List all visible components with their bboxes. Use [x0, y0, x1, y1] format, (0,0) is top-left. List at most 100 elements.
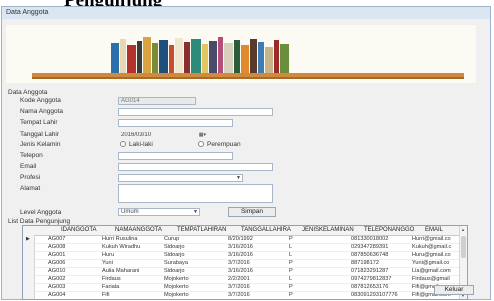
- row-pointer-icon: ▶: [26, 236, 30, 242]
- table-cell[interactable]: 3/7/2016: [228, 260, 287, 266]
- col-header[interactable]: TELEPONANGGO: [364, 227, 414, 233]
- chevron-down-icon: ▼: [236, 175, 241, 181]
- row-selector[interactable]: [23, 291, 35, 299]
- save-button[interactable]: Simpan: [228, 207, 276, 217]
- table-cell[interactable]: Huru: [102, 252, 162, 258]
- table-cell[interactable]: P: [289, 236, 349, 242]
- table-cell[interactable]: Lia@gmail.com: [412, 268, 464, 274]
- row-selector[interactable]: [23, 267, 35, 275]
- table-cell[interactable]: AG007: [48, 236, 100, 242]
- form-section-title: Data Anggota: [8, 89, 48, 96]
- table-cell[interactable]: Kukuh Wiradhu: [102, 244, 162, 250]
- table-row[interactable]: AG004 Fifi Mojokerto 3/7/2016 P 0830912931077…: [23, 291, 467, 299]
- table-cell[interactable]: 083091293107776: [351, 292, 410, 298]
- kode-input[interactable]: AG014: [118, 97, 196, 105]
- table-cell[interactable]: 3/16/2016: [228, 268, 287, 274]
- table-cell[interactable]: L: [289, 244, 349, 250]
- table-cell[interactable]: AG001: [48, 252, 100, 258]
- scrollbar-thumb[interactable]: [461, 236, 466, 258]
- tanggal-lahir-value: 2016/03/10: [121, 132, 152, 138]
- table-cell[interactable]: P: [289, 292, 349, 298]
- email-input[interactable]: [118, 163, 273, 171]
- table-cell[interactable]: AG008: [48, 244, 100, 250]
- col-header[interactable]: IDANGGOTA: [61, 227, 97, 233]
- col-header[interactable]: TANGGALLAHIRA: [241, 227, 291, 233]
- table-cell[interactable]: 087812653176: [351, 284, 410, 290]
- tanggal-lahir-picker[interactable]: 2016/03/10 ▦▾: [118, 131, 208, 139]
- telepon-input[interactable]: [118, 152, 233, 160]
- table-cell[interactable]: 8/20/1992: [228, 236, 287, 242]
- banner-image: [6, 25, 476, 83]
- table-cell[interactable]: 081330018002: [351, 236, 410, 242]
- table-cell[interactable]: 029347289391: [351, 244, 410, 250]
- radio-laki-laki[interactable]: [120, 141, 126, 147]
- bookshelf-illustration: [6, 25, 476, 83]
- table-cell[interactable]: Yuni: [102, 260, 162, 266]
- table-cell[interactable]: Aulia Maharani: [102, 268, 162, 274]
- table-cell[interactable]: Curup: [164, 236, 226, 242]
- table-cell[interactable]: Hurri Rusulina: [102, 236, 162, 242]
- row-selector[interactable]: [23, 243, 35, 251]
- tanggal-lahir-label: Tanggal Lahir: [20, 131, 60, 138]
- table-cell[interactable]: Sidoarjo: [164, 244, 226, 250]
- col-header[interactable]: TEMPATLAHIRAN: [177, 227, 226, 233]
- col-header[interactable]: JENISKELAMINAN: [302, 227, 354, 233]
- table-cell[interactable]: 0974279812837: [351, 276, 410, 282]
- row-selector[interactable]: [23, 251, 35, 259]
- nama-input[interactable]: [118, 108, 273, 116]
- table-cell[interactable]: P: [289, 284, 349, 290]
- window-title: Data Anggota: [6, 9, 49, 16]
- jenis-kelamin-label: Jenis Kelamin: [20, 141, 61, 148]
- col-header[interactable]: NAMAANGGOTA: [115, 227, 162, 233]
- table-cell[interactable]: AG004: [48, 292, 100, 298]
- kode-label: Kode Anggota: [20, 97, 61, 104]
- table-cell[interactable]: L: [289, 276, 349, 282]
- table-cell[interactable]: 087850636748: [351, 252, 410, 258]
- table-cell[interactable]: 3/16/2016: [228, 244, 287, 250]
- table-cell[interactable]: L: [289, 252, 349, 258]
- table-cell[interactable]: Yuni@gmail.co: [412, 260, 464, 266]
- table-cell[interactable]: Fifi: [102, 292, 162, 298]
- row-selector[interactable]: ▶: [23, 235, 35, 243]
- table-cell[interactable]: P: [289, 260, 349, 266]
- table-cell[interactable]: Sidoarjo: [164, 268, 226, 274]
- chevron-down-icon: ▼: [193, 209, 198, 215]
- table-cell[interactable]: Firdaus: [102, 276, 162, 282]
- level-value: Umum: [121, 209, 139, 215]
- scroll-up-icon[interactable]: ▲: [461, 227, 465, 232]
- row-selector[interactable]: [23, 275, 35, 283]
- table-cell[interactable]: 3/7/2016: [228, 292, 287, 298]
- row-selector[interactable]: [23, 283, 35, 291]
- exit-button[interactable]: Keluar: [434, 285, 474, 295]
- table-cell[interactable]: Mojokerto: [164, 284, 226, 290]
- row-selector[interactable]: [23, 259, 35, 267]
- table-cell[interactable]: P: [289, 268, 349, 274]
- col-header[interactable]: EMAIL: [425, 227, 443, 233]
- table-cell[interactable]: 2/2/2001: [228, 276, 287, 282]
- table-cell[interactable]: Sidoarjo: [164, 252, 226, 258]
- level-select[interactable]: Umum ▼: [118, 208, 200, 216]
- alamat-textarea[interactable]: [118, 184, 273, 203]
- table-cell[interactable]: Mojokerto: [164, 292, 226, 298]
- table-cell[interactable]: Fariata: [102, 284, 162, 290]
- profesi-select[interactable]: ▼: [118, 174, 243, 182]
- table-cell[interactable]: 887198172: [351, 260, 410, 266]
- calendar-dropdown-icon[interactable]: ▦▾: [199, 132, 206, 138]
- table-cell[interactable]: Hurri@gmail.co: [412, 236, 464, 242]
- table-cell[interactable]: Firdaus@gmail: [412, 276, 464, 282]
- table-cell[interactable]: Surabaya: [164, 260, 226, 266]
- table-cell[interactable]: 071823291287: [351, 268, 410, 274]
- radio-perempuan[interactable]: [198, 141, 204, 147]
- table-cell[interactable]: Kukuh@gmail.c: [412, 244, 464, 250]
- tempat-lahir-input[interactable]: [118, 119, 233, 127]
- data-grid[interactable]: IDANGGOTA NAMAANGGOTA TEMPATLAHIRAN TANG…: [22, 225, 468, 300]
- table-cell[interactable]: AG010: [48, 268, 100, 274]
- table-cell[interactable]: Huru@gmail.co: [412, 252, 464, 258]
- table-cell[interactable]: 3/16/2016: [228, 252, 287, 258]
- table-cell[interactable]: AG002: [48, 276, 100, 282]
- client-area: Data Anggota Kode Anggota AG014 Nama Ang…: [2, 19, 490, 300]
- table-cell[interactable]: AG003: [48, 284, 100, 290]
- table-cell[interactable]: 3/7/2016: [228, 284, 287, 290]
- table-cell[interactable]: Mojokerto: [164, 276, 226, 282]
- table-cell[interactable]: AG006: [48, 260, 100, 266]
